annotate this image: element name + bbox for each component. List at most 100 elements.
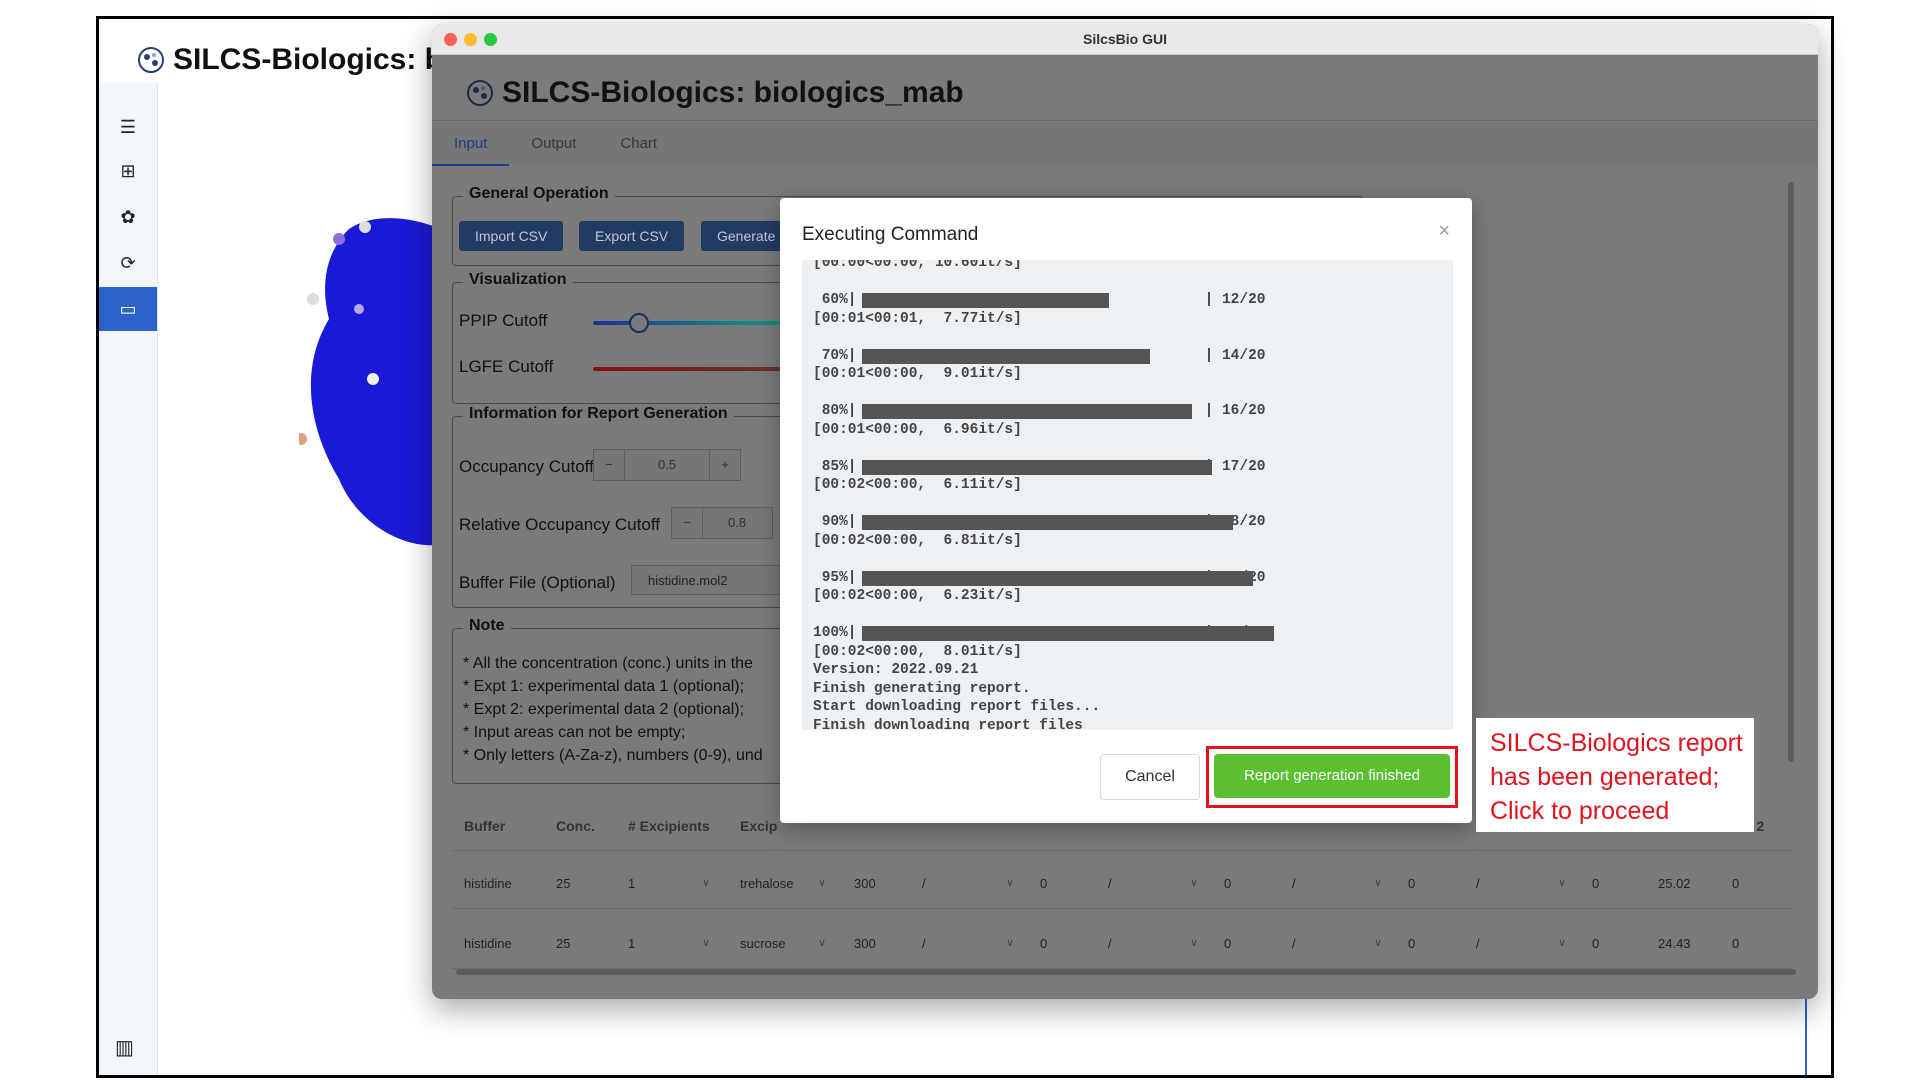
close-icon[interactable]: × <box>1438 220 1450 243</box>
section-title: Note <box>463 617 511 635</box>
tab-output[interactable]: Output <box>509 122 598 166</box>
table-cell[interactable]: sucrose <box>740 936 786 951</box>
section-title: Visualization <box>463 271 573 289</box>
relative-occupancy-stepper[interactable]: − 0.8 <box>671 507 773 539</box>
progress-bar <box>862 570 1253 586</box>
ppip-slider-handle[interactable] <box>629 313 649 333</box>
vertical-scrollbar[interactable] <box>1788 182 1794 762</box>
executing-command-dialog: Executing Command × [00:00<00:00, 10.60i… <box>780 198 1472 823</box>
relative-occupancy-label: Relative Occupancy Cutoff <box>459 515 660 534</box>
window-titlebar: SilcsBio GUI <box>432 24 1818 55</box>
occupancy-cutoff-stepper[interactable]: − 0.5 + <box>593 449 741 481</box>
chevron-down-icon[interactable]: ∨ <box>818 876 826 889</box>
annotation-line: SILCS-Biologics report <box>1490 729 1743 757</box>
note-line: * Expt 2: experimental data 2 (optional)… <box>463 701 745 718</box>
chevron-down-icon[interactable]: ∨ <box>1006 936 1014 949</box>
table-cell[interactable]: 25 <box>556 876 570 891</box>
ppip-cutoff-label: PPIP Cutoff <box>459 311 548 330</box>
table-cell[interactable]: / <box>1292 936 1296 951</box>
import-csv-button[interactable]: Import CSV <box>459 221 564 251</box>
console-text: [00:00<00:00, 10.60it/s] 60%| | 12/20 [0… <box>813 260 1266 730</box>
chevron-down-icon[interactable]: ∨ <box>702 936 710 949</box>
note-line: * All the concentration (conc.) units in… <box>463 655 753 672</box>
section-title: General Operation <box>463 185 615 203</box>
table-cell[interactable]: / <box>922 936 926 951</box>
progress-bar <box>862 515 1233 530</box>
chevron-down-icon[interactable]: ∨ <box>1558 876 1566 889</box>
book-icon[interactable]: ▥ <box>115 1035 134 1060</box>
table-cell[interactable]: / <box>1476 936 1480 951</box>
decrement-button[interactable]: − <box>594 450 624 480</box>
chevron-down-icon[interactable]: ∨ <box>818 936 826 949</box>
table-cell[interactable]: 300 <box>854 936 876 951</box>
chevron-down-icon[interactable]: ∨ <box>702 876 710 889</box>
table-cell[interactable]: 0 <box>1732 876 1739 891</box>
relative-occupancy-value[interactable]: 0.8 <box>702 508 771 538</box>
chevron-down-icon[interactable]: ∨ <box>1006 876 1014 889</box>
add-box-icon[interactable]: ⊞ <box>99 149 157 193</box>
close-window-button[interactable] <box>444 33 457 46</box>
console-output: [00:00<00:00, 10.60it/s] 60%| | 12/20 [0… <box>802 260 1453 730</box>
table-cell[interactable]: 0 <box>1224 876 1231 891</box>
tab-chart[interactable]: Chart <box>598 122 679 166</box>
chevron-down-icon[interactable]: ∨ <box>1374 876 1382 889</box>
note-line: * Input areas can not be empty; <box>463 724 686 741</box>
list-icon[interactable]: ☰ <box>99 105 157 149</box>
minimize-window-button[interactable] <box>464 33 477 46</box>
buffer-file-input[interactable]: histidine.mol2 <box>631 565 781 595</box>
occupancy-value[interactable]: 0.5 <box>624 450 710 480</box>
maximize-window-button[interactable] <box>484 33 497 46</box>
table-cell[interactable]: / <box>1108 876 1112 891</box>
table-cell[interactable]: 0 <box>1224 936 1231 951</box>
table-cell[interactable]: 25 <box>556 936 570 951</box>
table-cell[interactable]: / <box>1108 936 1112 951</box>
progress-bar <box>862 626 1274 641</box>
progress-bar <box>862 459 1212 475</box>
chevron-down-icon[interactable]: ∨ <box>1374 936 1382 949</box>
export-csv-button[interactable]: Export CSV <box>579 221 685 251</box>
increment-button[interactable]: + <box>710 450 740 480</box>
table-cell[interactable]: 0 <box>1040 876 1047 891</box>
table-cell[interactable]: 0 <box>1732 936 1739 951</box>
table-cell[interactable]: 300 <box>854 876 876 891</box>
dialog-title: Executing Command <box>802 224 979 245</box>
table-cell[interactable]: 0 <box>1408 876 1415 891</box>
app-logo-icon <box>467 80 493 106</box>
table-cell[interactable]: / <box>1292 876 1296 891</box>
progress-bar <box>862 348 1150 364</box>
sidebar: ☰ ⊞ ✿ ⟳ ▭ ▥ <box>99 83 158 1075</box>
refresh-icon[interactable]: ⟳ <box>99 241 157 285</box>
table-cell[interactable]: / <box>1476 876 1480 891</box>
app-logo-icon <box>138 47 164 73</box>
table-cell[interactable]: 1 <box>628 876 635 891</box>
progress-bar <box>862 293 1109 308</box>
gear-icon[interactable]: ✿ <box>99 195 157 239</box>
page-title: SILCS-Biologics: biologics_mab <box>466 76 964 110</box>
generate-button[interactable]: Generate <box>701 221 792 251</box>
table-cell[interactable]: 0 <box>1592 936 1599 951</box>
decrement-button[interactable]: − <box>672 508 702 538</box>
window-title: SilcsBio GUI <box>1082 31 1168 47</box>
monitor-icon[interactable]: ▭ <box>99 287 157 331</box>
row-divider <box>452 908 1792 909</box>
annotation-callout: SILCS-Biologics report has been generate… <box>1476 718 1754 832</box>
horizontal-scrollbar[interactable] <box>456 969 1796 975</box>
table-cell[interactable]: trehalose <box>740 876 793 891</box>
chevron-down-icon[interactable]: ∨ <box>1558 936 1566 949</box>
table-cell[interactable]: histidine <box>464 936 512 951</box>
buffer-file-label: Buffer File (Optional) <box>459 573 616 592</box>
table-cell[interactable]: / <box>922 876 926 891</box>
chevron-down-icon[interactable]: ∨ <box>1190 936 1198 949</box>
table-cell[interactable]: histidine <box>464 876 512 891</box>
column-header-excipient: Excip <box>740 818 778 834</box>
table-cell[interactable]: 0 <box>1592 876 1599 891</box>
lgfe-cutoff-label: LGFE Cutoff <box>459 357 554 376</box>
table-cell[interactable]: 24.43 <box>1658 936 1691 951</box>
table-cell[interactable]: 25.02 <box>1658 876 1691 891</box>
table-cell[interactable]: 0 <box>1040 936 1047 951</box>
table-cell[interactable]: 1 <box>628 936 635 951</box>
tab-input[interactable]: Input <box>432 122 510 166</box>
cancel-button[interactable]: Cancel <box>1100 754 1200 800</box>
table-cell[interactable]: 0 <box>1408 936 1415 951</box>
chevron-down-icon[interactable]: ∨ <box>1190 876 1198 889</box>
